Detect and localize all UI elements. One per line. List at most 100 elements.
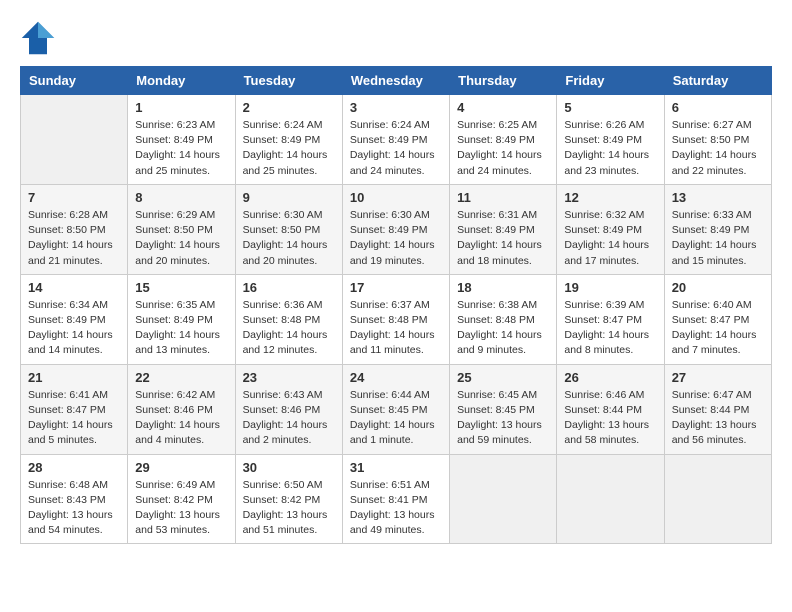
day-info: Sunrise: 6:40 AM Sunset: 8:47 PM Dayligh…: [672, 298, 764, 359]
day-info: Sunrise: 6:30 AM Sunset: 8:49 PM Dayligh…: [350, 208, 442, 269]
day-number: 7: [28, 190, 120, 205]
day-number: 21: [28, 370, 120, 385]
calendar-cell: 28 Sunrise: 6:48 AM Sunset: 8:43 PM Dayli…: [21, 454, 128, 544]
col-header-friday: Friday: [557, 67, 664, 95]
day-number: 1: [135, 100, 227, 115]
calendar-cell: 26 Sunrise: 6:46 AM Sunset: 8:44 PM Dayli…: [557, 364, 664, 454]
day-info: Sunrise: 6:24 AM Sunset: 8:49 PM Dayligh…: [243, 118, 335, 179]
day-info: Sunrise: 6:33 AM Sunset: 8:49 PM Dayligh…: [672, 208, 764, 269]
calendar-cell: 14 Sunrise: 6:34 AM Sunset: 8:49 PM Dayli…: [21, 274, 128, 364]
day-info: Sunrise: 6:51 AM Sunset: 8:41 PM Dayligh…: [350, 478, 442, 539]
calendar-cell: [557, 454, 664, 544]
day-number: 3: [350, 100, 442, 115]
calendar-week-2: 7 Sunrise: 6:28 AM Sunset: 8:50 PM Daylig…: [21, 184, 772, 274]
day-number: 8: [135, 190, 227, 205]
logo-icon: [20, 20, 56, 56]
day-info: Sunrise: 6:27 AM Sunset: 8:50 PM Dayligh…: [672, 118, 764, 179]
day-info: Sunrise: 6:46 AM Sunset: 8:44 PM Dayligh…: [564, 388, 656, 449]
day-info: Sunrise: 6:25 AM Sunset: 8:49 PM Dayligh…: [457, 118, 549, 179]
calendar-cell: 16Sunrise: 6:36 AM Sunset: 8:48 PM Dayli…: [235, 274, 342, 364]
logo: [20, 20, 62, 56]
day-number: 19: [564, 280, 656, 295]
day-number: 9: [243, 190, 335, 205]
col-header-sunday: Sunday: [21, 67, 128, 95]
day-number: 26: [564, 370, 656, 385]
day-info: Sunrise: 6:50 AM Sunset: 8:42 PM Dayligh…: [243, 478, 335, 539]
calendar-cell: 17Sunrise: 6:37 AM Sunset: 8:48 PM Dayli…: [342, 274, 449, 364]
day-info: Sunrise: 6:34 AM Sunset: 8:49 PM Dayligh…: [28, 298, 120, 359]
page-header: [20, 20, 772, 56]
day-number: 24: [350, 370, 442, 385]
day-number: 5: [564, 100, 656, 115]
col-header-thursday: Thursday: [450, 67, 557, 95]
calendar-cell: 1 Sunrise: 6:23 AM Sunset: 8:49 PM Daylig…: [128, 95, 235, 185]
calendar-cell: 5 Sunrise: 6:26 AM Sunset: 8:49 PM Daylig…: [557, 95, 664, 185]
calendar-cell: 27Sunrise: 6:47 AM Sunset: 8:44 PM Dayli…: [664, 364, 771, 454]
day-number: 15: [135, 280, 227, 295]
calendar-cell: 31 Sunrise: 6:51 AM Sunset: 8:41 PM Dayli…: [342, 454, 449, 544]
calendar-cell: 15 Sunrise: 6:35 AM Sunset: 8:49 PM Dayli…: [128, 274, 235, 364]
day-number: 13: [672, 190, 764, 205]
day-info: Sunrise: 6:32 AM Sunset: 8:49 PM Dayligh…: [564, 208, 656, 269]
calendar-cell: 9 Sunrise: 6:30 AM Sunset: 8:50 PM Daylig…: [235, 184, 342, 274]
day-info: Sunrise: 6:44 AM Sunset: 8:45 PM Dayligh…: [350, 388, 442, 449]
calendar-week-4: 21 Sunrise: 6:41 AM Sunset: 8:47 PM Dayli…: [21, 364, 772, 454]
day-info: Sunrise: 6:49 AM Sunset: 8:42 PM Dayligh…: [135, 478, 227, 539]
calendar-header-row: SundayMondayTuesdayWednesdayThursdayFrid…: [21, 67, 772, 95]
calendar-cell: 4Sunrise: 6:25 AM Sunset: 8:49 PM Daylig…: [450, 95, 557, 185]
day-number: 29: [135, 460, 227, 475]
day-info: Sunrise: 6:38 AM Sunset: 8:48 PM Dayligh…: [457, 298, 549, 359]
day-number: 17: [350, 280, 442, 295]
calendar-cell: [450, 454, 557, 544]
day-info: Sunrise: 6:36 AM Sunset: 8:48 PM Dayligh…: [243, 298, 335, 359]
day-info: Sunrise: 6:39 AM Sunset: 8:47 PM Dayligh…: [564, 298, 656, 359]
day-number: 30: [243, 460, 335, 475]
calendar-cell: 19 Sunrise: 6:39 AM Sunset: 8:47 PM Dayli…: [557, 274, 664, 364]
day-info: Sunrise: 6:23 AM Sunset: 8:49 PM Dayligh…: [135, 118, 227, 179]
calendar-cell: 8 Sunrise: 6:29 AM Sunset: 8:50 PM Daylig…: [128, 184, 235, 274]
day-number: 31: [350, 460, 442, 475]
calendar-cell: 2 Sunrise: 6:24 AM Sunset: 8:49 PM Daylig…: [235, 95, 342, 185]
calendar-cell: 30 Sunrise: 6:50 AM Sunset: 8:42 PM Dayli…: [235, 454, 342, 544]
day-number: 12: [564, 190, 656, 205]
col-header-tuesday: Tuesday: [235, 67, 342, 95]
calendar-cell: 3 Sunrise: 6:24 AM Sunset: 8:49 PM Daylig…: [342, 95, 449, 185]
calendar-week-5: 28 Sunrise: 6:48 AM Sunset: 8:43 PM Dayli…: [21, 454, 772, 544]
calendar-cell: 7 Sunrise: 6:28 AM Sunset: 8:50 PM Daylig…: [21, 184, 128, 274]
calendar-cell: 20 Sunrise: 6:40 AM Sunset: 8:47 PM Dayli…: [664, 274, 771, 364]
calendar-cell: 10Sunrise: 6:30 AM Sunset: 8:49 PM Dayli…: [342, 184, 449, 274]
calendar-cell: 25Sunrise: 6:45 AM Sunset: 8:45 PM Dayli…: [450, 364, 557, 454]
day-info: Sunrise: 6:26 AM Sunset: 8:49 PM Dayligh…: [564, 118, 656, 179]
calendar-cell: [21, 95, 128, 185]
day-info: Sunrise: 6:24 AM Sunset: 8:49 PM Dayligh…: [350, 118, 442, 179]
day-info: Sunrise: 6:29 AM Sunset: 8:50 PM Dayligh…: [135, 208, 227, 269]
day-number: 18: [457, 280, 549, 295]
calendar-week-1: 1 Sunrise: 6:23 AM Sunset: 8:49 PM Daylig…: [21, 95, 772, 185]
day-number: 11: [457, 190, 549, 205]
calendar-cell: 13 Sunrise: 6:33 AM Sunset: 8:49 PM Dayli…: [664, 184, 771, 274]
col-header-saturday: Saturday: [664, 67, 771, 95]
calendar-cell: 18 Sunrise: 6:38 AM Sunset: 8:48 PM Dayli…: [450, 274, 557, 364]
day-number: 27: [672, 370, 764, 385]
day-info: Sunrise: 6:35 AM Sunset: 8:49 PM Dayligh…: [135, 298, 227, 359]
day-info: Sunrise: 6:28 AM Sunset: 8:50 PM Dayligh…: [28, 208, 120, 269]
day-number: 28: [28, 460, 120, 475]
day-number: 14: [28, 280, 120, 295]
day-number: 23: [243, 370, 335, 385]
day-number: 25: [457, 370, 549, 385]
day-info: Sunrise: 6:48 AM Sunset: 8:43 PM Dayligh…: [28, 478, 120, 539]
calendar-cell: [664, 454, 771, 544]
day-info: Sunrise: 6:41 AM Sunset: 8:47 PM Dayligh…: [28, 388, 120, 449]
calendar-cell: 12 Sunrise: 6:32 AM Sunset: 8:49 PM Dayli…: [557, 184, 664, 274]
day-number: 22: [135, 370, 227, 385]
day-info: Sunrise: 6:42 AM Sunset: 8:46 PM Dayligh…: [135, 388, 227, 449]
day-info: Sunrise: 6:43 AM Sunset: 8:46 PM Dayligh…: [243, 388, 335, 449]
calendar-cell: 11 Sunrise: 6:31 AM Sunset: 8:49 PM Dayli…: [450, 184, 557, 274]
col-header-wednesday: Wednesday: [342, 67, 449, 95]
day-info: Sunrise: 6:31 AM Sunset: 8:49 PM Dayligh…: [457, 208, 549, 269]
day-number: 20: [672, 280, 764, 295]
day-number: 2: [243, 100, 335, 115]
day-info: Sunrise: 6:30 AM Sunset: 8:50 PM Dayligh…: [243, 208, 335, 269]
col-header-monday: Monday: [128, 67, 235, 95]
day-number: 6: [672, 100, 764, 115]
